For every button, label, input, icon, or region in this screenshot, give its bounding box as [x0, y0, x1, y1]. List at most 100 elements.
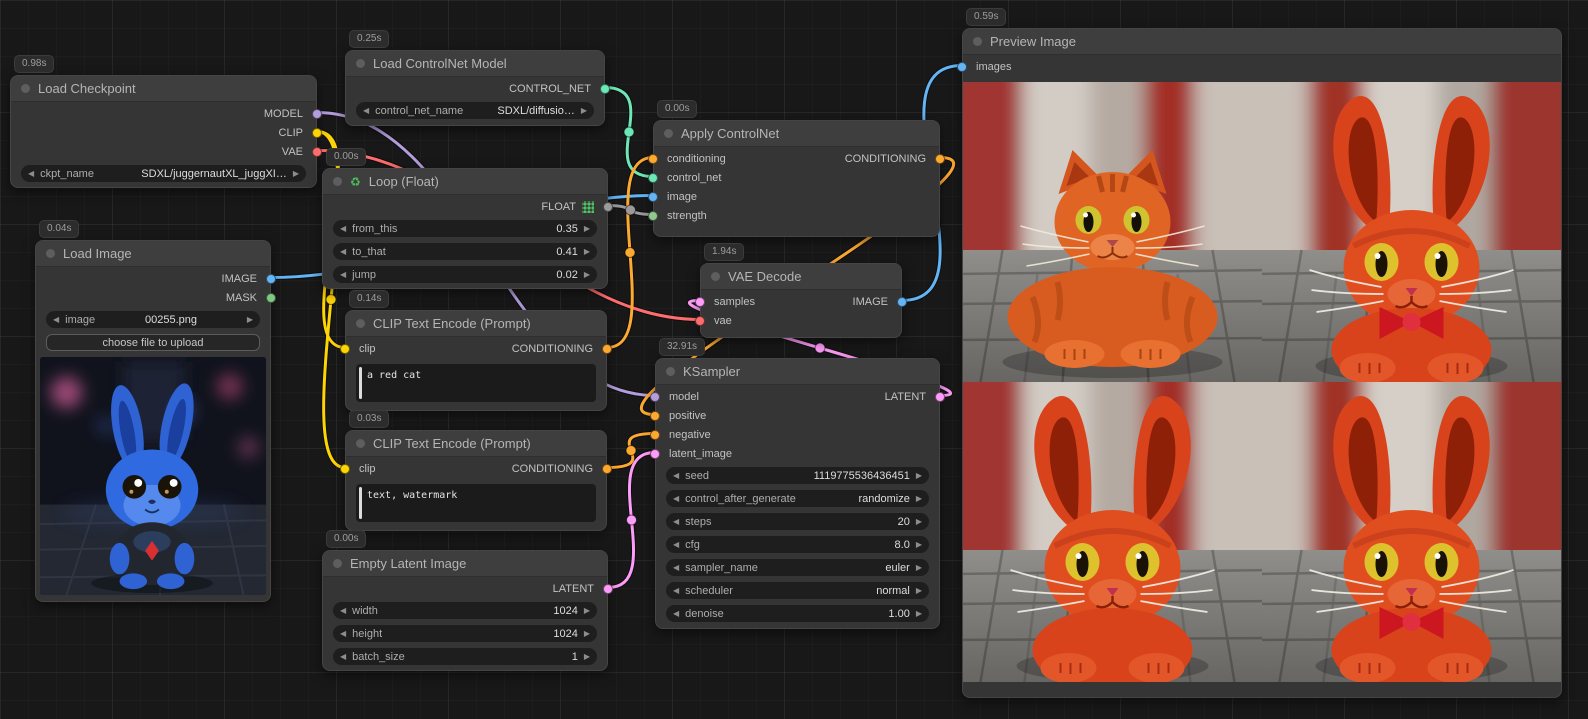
output-dot-latent[interactable]: [935, 392, 945, 402]
decrement-arrow-icon[interactable]: ◀: [53, 316, 59, 324]
input-dot-clip[interactable]: [340, 344, 350, 354]
increment-arrow-icon[interactable]: ▶: [916, 564, 922, 572]
decrement-arrow-icon[interactable]: ◀: [673, 495, 679, 503]
increment-arrow-icon[interactable]: ▶: [584, 630, 590, 638]
decrement-arrow-icon[interactable]: ◀: [673, 518, 679, 526]
decrement-arrow-icon[interactable]: ◀: [340, 248, 346, 256]
decrement-arrow-icon[interactable]: ◀: [340, 225, 346, 233]
node-preview-image[interactable]: 0.59s Preview Image images: [962, 28, 1562, 698]
upload-button[interactable]: choose file to upload: [46, 334, 260, 351]
widget-from-this[interactable]: ◀ from_this 0.35 ▶: [333, 220, 597, 237]
slot-row[interactable]: conditioning CONDITIONING: [654, 149, 939, 168]
preview-image-2[interactable]: [1262, 82, 1561, 382]
node-clip-text-encode-positive[interactable]: 0.14s CLIP Text Encode (Prompt) clip CON…: [345, 310, 607, 411]
widget-denoise[interactable]: ◀ denoise 1.00 ▶: [666, 605, 929, 622]
node-ksampler[interactable]: 32.91s KSampler model LATENT positive ne…: [655, 358, 940, 629]
loaded-image-preview[interactable]: [40, 357, 266, 595]
slot-row[interactable]: clip CONDITIONING: [346, 339, 606, 358]
widget-sampler-name[interactable]: ◀ sampler_name euler ▶: [666, 559, 929, 576]
input-dot-positive[interactable]: [650, 411, 660, 421]
widget-height[interactable]: ◀ height 1024 ▶: [333, 625, 597, 642]
collapse-dot[interactable]: [664, 129, 673, 138]
node-header[interactable]: Apply ControlNet: [654, 121, 939, 147]
output-dot-model[interactable]: [312, 109, 322, 119]
node-header[interactable]: CLIP Text Encode (Prompt): [346, 311, 606, 337]
widget-batch-size[interactable]: ◀ batch_size 1 ▶: [333, 648, 597, 665]
decrement-arrow-icon[interactable]: ◀: [340, 271, 346, 279]
node-empty-latent-image[interactable]: 0.00s Empty Latent Image LATENT ◀ width …: [322, 550, 608, 671]
input-dot-images[interactable]: [957, 62, 967, 72]
output-slot-clip[interactable]: CLIP: [11, 123, 316, 142]
output-slot-vae[interactable]: VAE: [11, 142, 316, 161]
output-slot-mask[interactable]: MASK: [36, 288, 270, 307]
decrement-arrow-icon[interactable]: ◀: [673, 564, 679, 572]
output-slot-control-net[interactable]: CONTROL_NET: [346, 79, 604, 98]
collapse-dot[interactable]: [356, 319, 365, 328]
output-slot-model[interactable]: MODEL: [11, 104, 316, 123]
output-dot-conditioning[interactable]: [602, 464, 612, 474]
node-header[interactable]: Load ControlNet Model: [346, 51, 604, 77]
output-dot-image[interactable]: [897, 297, 907, 307]
preview-image-3[interactable]: [963, 382, 1262, 682]
output-dot-conditioning[interactable]: [935, 154, 945, 164]
slot-row[interactable]: negative: [656, 425, 939, 444]
node-loop-float[interactable]: 0.00s ♻ Loop (Float) FLOAT ◀ from_this 0…: [322, 168, 608, 289]
increment-arrow-icon[interactable]: ▶: [584, 225, 590, 233]
collapse-dot[interactable]: [356, 59, 365, 68]
output-slot-latent[interactable]: LATENT: [323, 579, 607, 598]
slot-row[interactable]: positive: [656, 406, 939, 425]
decrement-arrow-icon[interactable]: ◀: [673, 472, 679, 480]
increment-arrow-icon[interactable]: ▶: [584, 271, 590, 279]
widget-width[interactable]: ◀ width 1024 ▶: [333, 602, 597, 619]
widget-scheduler[interactable]: ◀ scheduler normal ▶: [666, 582, 929, 599]
increment-arrow-icon[interactable]: ▶: [916, 518, 922, 526]
output-dot-conditioning[interactable]: [602, 344, 612, 354]
decrement-arrow-icon[interactable]: ◀: [673, 587, 679, 595]
node-load-controlnet-model[interactable]: 0.25s Load ControlNet Model CONTROL_NET …: [345, 50, 605, 126]
output-dot-float[interactable]: [603, 202, 613, 212]
slot-row[interactable]: images: [963, 57, 1561, 76]
widget-control-after-generate[interactable]: ◀ control_after_generate randomize ▶: [666, 490, 929, 507]
input-dot-samples[interactable]: [695, 297, 705, 307]
output-dot-control-net[interactable]: [600, 84, 610, 94]
input-dot-model[interactable]: [650, 392, 660, 402]
slot-row[interactable]: samples IMAGE: [701, 292, 901, 311]
slot-row[interactable]: image: [654, 187, 939, 206]
collapse-dot[interactable]: [333, 559, 342, 568]
increment-arrow-icon[interactable]: ▶: [916, 587, 922, 595]
decrement-arrow-icon[interactable]: ◀: [673, 541, 679, 549]
slot-row[interactable]: model LATENT: [656, 387, 939, 406]
decrement-arrow-icon[interactable]: ◀: [363, 107, 369, 115]
graph-canvas[interactable]: 0.98s Load Checkpoint MODEL CLIP VAE ◀ c…: [0, 0, 1588, 719]
node-apply-controlnet[interactable]: 0.00s Apply ControlNet conditioning COND…: [653, 120, 940, 237]
decrement-arrow-icon[interactable]: ◀: [673, 610, 679, 618]
slot-row[interactable]: latent_image: [656, 444, 939, 463]
input-dot-strength[interactable]: [648, 211, 658, 221]
node-header[interactable]: KSampler: [656, 359, 939, 385]
widget-cfg[interactable]: ◀ cfg 8.0 ▶: [666, 536, 929, 553]
increment-arrow-icon[interactable]: ▶: [247, 316, 253, 324]
node-header[interactable]: VAE Decode: [701, 264, 901, 290]
collapse-dot[interactable]: [21, 84, 30, 93]
slot-row[interactable]: control_net: [654, 168, 939, 187]
node-vae-decode[interactable]: 1.94s VAE Decode samples IMAGE vae: [700, 263, 902, 338]
output-slot-float[interactable]: FLOAT: [323, 197, 607, 216]
increment-arrow-icon[interactable]: ▶: [584, 607, 590, 615]
node-load-checkpoint[interactable]: 0.98s Load Checkpoint MODEL CLIP VAE ◀ c…: [10, 75, 317, 188]
increment-arrow-icon[interactable]: ▶: [584, 248, 590, 256]
widget-steps[interactable]: ◀ steps 20 ▶: [666, 513, 929, 530]
increment-arrow-icon[interactable]: ▶: [293, 170, 299, 178]
node-header[interactable]: Preview Image: [963, 29, 1561, 55]
input-dot-conditioning[interactable]: [648, 154, 658, 164]
collapse-dot[interactable]: [973, 37, 982, 46]
decrement-arrow-icon[interactable]: ◀: [340, 630, 346, 638]
widget-seed[interactable]: ◀ seed 1119775536436451 ▶: [666, 467, 929, 484]
input-dot-clip[interactable]: [340, 464, 350, 474]
node-header[interactable]: Load Image: [36, 241, 270, 267]
widget-control-net-name[interactable]: ◀ control_net_name SDXL/diffusio… ▶: [356, 102, 594, 119]
collapse-dot[interactable]: [666, 367, 675, 376]
decrement-arrow-icon[interactable]: ◀: [340, 607, 346, 615]
slot-row[interactable]: strength: [654, 206, 939, 225]
slot-row[interactable]: clip CONDITIONING: [346, 459, 606, 478]
preview-image-4[interactable]: [1262, 382, 1561, 682]
